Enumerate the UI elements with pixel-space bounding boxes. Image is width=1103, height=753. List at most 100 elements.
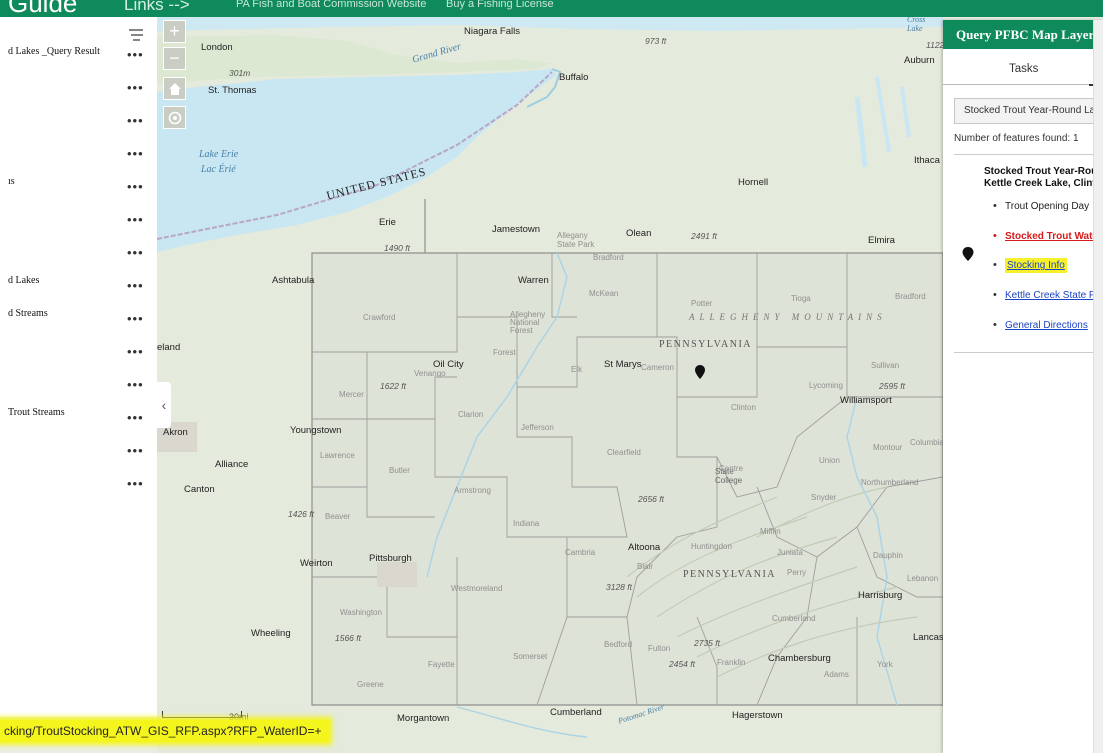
layer-row[interactable]: ••• [0,208,157,232]
map-label-elev-1622: 1622 ft [380,381,406,391]
layer-row[interactable]: ••• [0,373,157,397]
collapse-panel-button[interactable]: ‹ [157,382,171,428]
county-label-bradford: Bradford [895,292,926,301]
county-label-juniata: Juniata [777,548,803,557]
map-label-akron: Akron [163,427,188,438]
panel-scrollbar[interactable] [1093,20,1103,753]
map-label-allegany-state-park: Allegany State Park [557,231,595,249]
layer-row[interactable]: Trout Streams ••• [0,406,157,430]
zoom-in-button[interactable]: + [163,20,186,43]
layer-row[interactable]: ••• [0,142,157,166]
layer-row[interactable]: d Streams ••• [0,307,157,331]
map-label-lancaster: Lancas [913,632,943,643]
more-horizontal-icon[interactable]: ••• [127,179,144,194]
map-label-harrisburg: Harrisburg [858,590,903,601]
buy-license-link[interactable]: Buy a Fishing License [446,0,554,10]
layer-name: Trout Streams [8,407,65,418]
status-bar-url: cking/TroutStocking_ATW_GIS_RFP.aspx?RFP… [0,720,330,742]
results-divider [954,154,1103,155]
map-label-erie: Erie [379,217,396,228]
home-button[interactable] [163,77,186,100]
layer-row[interactable]: d Lakes _Query Result ••• [0,43,157,67]
feature-count: Number of features found: 1 [954,133,1079,144]
layer-row[interactable]: ••• [0,439,157,463]
result-title-line2: Kettle Creek Lake, Clinton [984,178,1103,189]
zoom-out-button[interactable]: − [163,47,186,70]
more-horizontal-icon[interactable]: ••• [127,278,144,293]
county-label-cumberland: Cumberland [772,614,816,623]
list-filter-icon[interactable] [128,27,146,43]
map-marker-pin-icon[interactable] [695,365,705,379]
county-label-mckean: McKean [589,289,619,298]
result-item-stocking-info: Stocking Info [993,258,1067,273]
map-label-altoona: Altoona [628,542,661,553]
county-label-crawford: Crawford [363,313,396,322]
county-label-lycoming: Lycoming [809,381,843,390]
county-label-fulton: Fulton [648,644,671,653]
pfbc-website-link[interactable]: PA Fish and Boat Commission Website [236,0,426,10]
map-label-buffalo: Buffalo [559,72,589,83]
links-menu[interactable]: Links --> [124,0,190,15]
locate-icon [168,111,181,125]
tab-tasks[interactable]: Tasks [943,63,1103,85]
map-label-youngstown: Youngstown [290,425,342,436]
more-horizontal-icon[interactable]: ••• [127,344,144,359]
map-label-warren: Warren [518,275,549,286]
layer-row[interactable]: d Lakes ••• [0,274,157,298]
app-header: Guide Links --> PA Fish and Boat Commiss… [0,0,1103,17]
layer-row[interactable]: ••• [0,241,157,265]
query-panel-title: Query PFBC Map Layers [943,20,1103,49]
layer-row[interactable]: ••• [0,76,157,100]
general-directions-link[interactable]: General Directions [1005,320,1088,331]
stocking-info-link[interactable]: Stocking Info [1005,258,1067,273]
panel-bottom-divider [954,352,1103,353]
map-label-elev-1490: 1490 ft [384,243,410,253]
county-label-forest: Forest [493,348,516,357]
map-label-alliance: Alliance [215,459,249,470]
map-label-jamestown: Jamestown [492,224,541,235]
kettle-creek-link[interactable]: Kettle Creek State Park [1005,290,1103,301]
county-label-washington: Washington [340,608,382,617]
county-label-union: Union [819,456,840,465]
map-label-auburn: Auburn [904,55,935,66]
more-horizontal-icon[interactable]: ••• [127,476,144,491]
layer-row[interactable]: ••• [0,109,157,133]
stocked-trout-link[interactable]: Stocked Trout Waters [1005,231,1103,242]
county-label-armstrong: Armstrong [454,486,491,495]
map-label-london: London [201,42,233,53]
more-horizontal-icon[interactable]: ••• [127,443,144,458]
layer-name: d Lakes _Query Result [8,46,100,57]
layer-row[interactable]: ••• [0,340,157,364]
county-label-clinton: Clinton [731,403,756,412]
county-label-lawrence: Lawrence [320,451,355,460]
map-label-elev-301: 301m [229,68,251,78]
locate-button[interactable] [163,106,186,129]
result-item-stocked-trout: Stocked Trout Waters [993,230,1103,242]
more-horizontal-icon[interactable]: ••• [127,146,144,161]
opening-day-text: Trout Opening Day [1005,201,1090,212]
county-label-huntingdon: Huntingdon [691,542,732,551]
county-label-sullivan: Sullivan [871,361,900,370]
map-label-wheeling: Wheeling [251,628,291,639]
more-horizontal-icon[interactable]: ••• [127,212,144,227]
more-horizontal-icon[interactable]: ••• [127,377,144,392]
map-label-chambersburg: Chambersburg [768,653,831,664]
more-horizontal-icon[interactable]: ••• [127,80,144,95]
result-title[interactable]: Stocked Trout Year-Round Kettle Creek La… [984,166,1103,190]
map-view[interactable]: Niagara Falls London 301m St. Thomas Buf… [157,17,943,753]
layer-row[interactable]: ıs ••• [0,175,157,199]
more-horizontal-icon[interactable]: ••• [127,113,144,128]
county-label-centre: Centre [719,464,744,473]
more-horizontal-icon[interactable]: ••• [127,311,144,326]
layer-row[interactable]: ••• [0,472,157,496]
layer-list-panel: d Lakes _Query Result ••• ••• ••• ••• ıs ••• ••… [0,17,157,717]
task-select[interactable]: Stocked Trout Year-Round Lakes [954,98,1103,124]
county-label-fayette: Fayette [428,660,455,669]
map-label-niagara-falls: Niagara Falls [464,26,520,37]
map-label-ashtabula: Ashtabula [272,275,315,286]
more-horizontal-icon[interactable]: ••• [127,47,144,62]
more-horizontal-icon[interactable]: ••• [127,410,144,425]
county-label-butler: Butler [389,466,410,475]
county-label-cambria: Cambria [565,548,596,557]
more-horizontal-icon[interactable]: ••• [127,245,144,260]
